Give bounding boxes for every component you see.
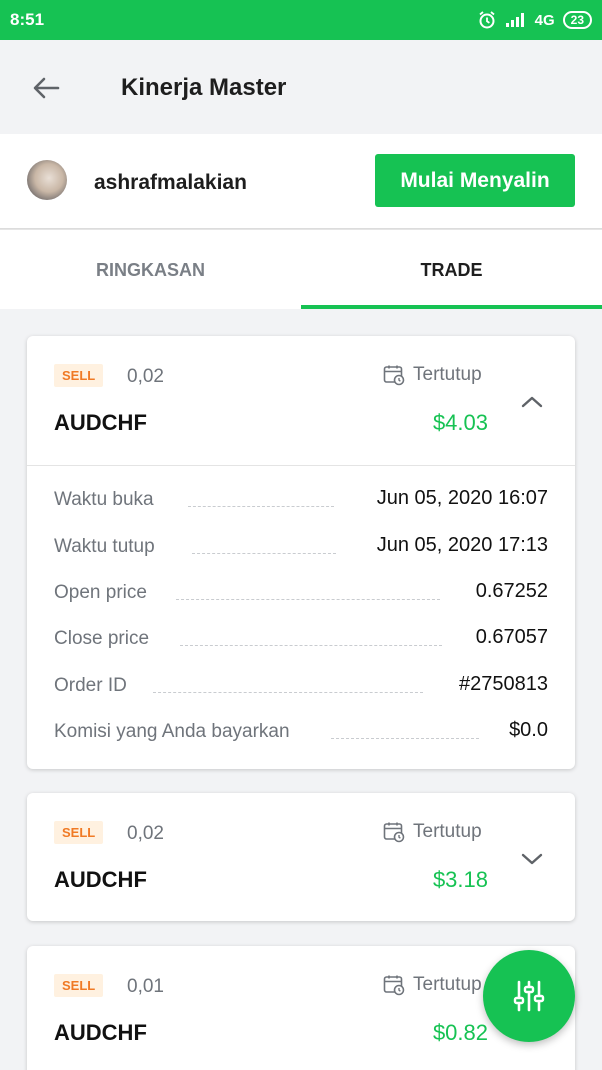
tab-trade[interactable]: TRADE bbox=[301, 230, 602, 310]
detail-row-close-time: Waktu tutup Jun 05, 2020 17:13 bbox=[54, 532, 548, 562]
username: ashrafmalakian bbox=[94, 171, 247, 194]
trade-status: Tertutup bbox=[383, 821, 482, 843]
symbol: AUDCHF bbox=[54, 1020, 147, 1045]
detail-value: #2750813 bbox=[455, 673, 548, 696]
alarm-icon bbox=[479, 11, 495, 29]
chevron-up-icon[interactable] bbox=[520, 390, 544, 414]
back-arrow-icon[interactable] bbox=[30, 72, 62, 104]
trade-card[interactable]: SELL 0,02 Tertutup AUDCHF $3.18 bbox=[27, 793, 575, 921]
detail-label: Open price bbox=[54, 582, 151, 604]
detail-label: Close price bbox=[54, 628, 154, 650]
page-title: Kinerja Master bbox=[121, 74, 287, 101]
status-label: Tertutup bbox=[413, 821, 482, 842]
detail-value: $0.0 bbox=[505, 719, 548, 742]
lot-size: 0,02 bbox=[127, 823, 164, 844]
status-label: Tertutup bbox=[413, 974, 482, 995]
detail-row-commission: Komisi yang Anda bayarkan $0.0 bbox=[54, 717, 548, 747]
symbol: AUDCHF bbox=[54, 867, 147, 892]
status-bar: 8:51 4G 23 bbox=[0, 0, 602, 40]
detail-label: Komisi yang Anda bayarkan bbox=[54, 721, 294, 743]
lot-size: 0,02 bbox=[127, 366, 164, 387]
filter-sliders-icon bbox=[513, 980, 545, 1012]
calendar-closed-icon bbox=[383, 365, 405, 386]
profit: $3.18 bbox=[432, 867, 488, 892]
tab-ringkasan[interactable]: RINGKASAN bbox=[0, 230, 301, 310]
master-profile: ashrafmalakian Mulai Menyalin bbox=[0, 134, 602, 229]
leader-dots bbox=[180, 645, 442, 646]
filter-button[interactable] bbox=[483, 950, 575, 1042]
calendar-closed-icon bbox=[383, 822, 405, 843]
detail-row-close-price: Close price 0.67057 bbox=[54, 624, 548, 654]
side-badge: SELL bbox=[54, 821, 104, 844]
trade-card[interactable]: SELL 0,02 Tertutup AUDCHF $4.03 Waktu bu… bbox=[27, 336, 575, 769]
detail-value: 0.67057 bbox=[471, 626, 548, 649]
detail-row-order-id: Order ID #2750813 bbox=[54, 671, 548, 701]
leader-dots bbox=[192, 553, 336, 554]
app-bar: Kinerja Master bbox=[0, 40, 602, 134]
profit: $0.82 bbox=[432, 1020, 488, 1045]
signal-icon bbox=[505, 13, 524, 27]
leader-dots bbox=[176, 599, 440, 600]
trade-status: Tertutup bbox=[383, 364, 482, 386]
side-badge: SELL bbox=[54, 364, 104, 387]
leader-dots bbox=[153, 692, 423, 693]
leader-dots bbox=[188, 506, 334, 507]
chevron-down-icon[interactable] bbox=[520, 847, 544, 871]
lot-size: 0,01 bbox=[127, 976, 164, 997]
network-type: 4G bbox=[534, 11, 555, 29]
status-time: 8:51 bbox=[10, 10, 45, 29]
detail-label: Waktu buka bbox=[54, 489, 158, 511]
tab-bar: RINGKASAN TRADE bbox=[0, 229, 602, 309]
status-icons: 4G 23 bbox=[477, 10, 592, 30]
symbol: AUDCHF bbox=[54, 410, 147, 435]
detail-value: 0.67252 bbox=[471, 580, 548, 603]
calendar-closed-icon bbox=[383, 975, 405, 996]
start-copying-button[interactable]: Mulai Menyalin bbox=[375, 154, 575, 207]
avatar bbox=[27, 160, 67, 200]
detail-row-open-time: Waktu buka Jun 05, 2020 16:07 bbox=[54, 485, 548, 515]
status-label: Tertutup bbox=[413, 364, 482, 385]
active-tab-indicator bbox=[301, 305, 602, 309]
detail-label: Waktu tutup bbox=[54, 536, 159, 558]
detail-label: Order ID bbox=[54, 675, 131, 697]
leader-dots bbox=[331, 738, 479, 739]
divider bbox=[27, 465, 575, 466]
detail-value: Jun 05, 2020 17:13 bbox=[372, 534, 548, 557]
profit: $4.03 bbox=[432, 410, 488, 435]
detail-value: Jun 05, 2020 16:07 bbox=[372, 487, 548, 510]
battery-indicator: 23 bbox=[562, 11, 592, 29]
trade-status: Tertutup bbox=[383, 974, 482, 996]
side-badge: SELL bbox=[54, 974, 104, 997]
detail-row-open-price: Open price 0.67252 bbox=[54, 578, 548, 608]
